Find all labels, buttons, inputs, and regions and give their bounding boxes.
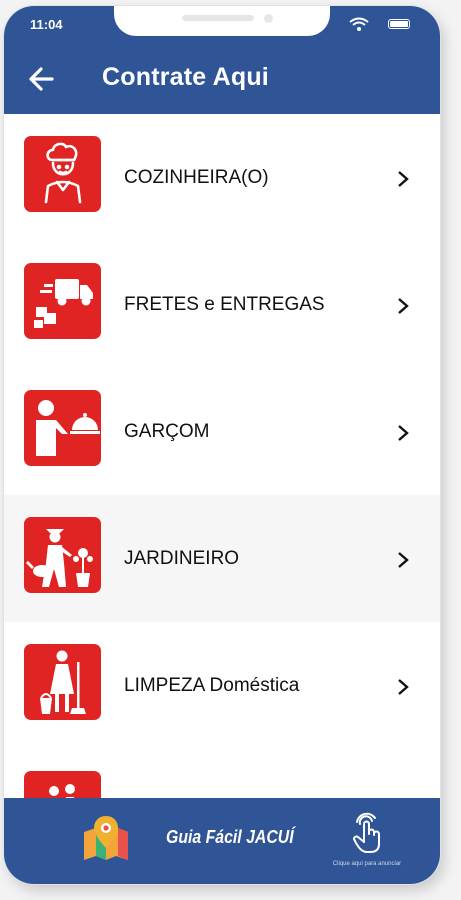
app-header: 11:04 Contrate Aqui [4, 6, 440, 114]
front-camera [264, 14, 273, 23]
delivery-truck-icon [24, 263, 101, 339]
list-item-jardineiro[interactable]: JARDINEIRO [4, 495, 440, 622]
waiter-icon [24, 390, 101, 466]
chevron-right-icon [398, 679, 409, 695]
chevron-right-icon [398, 552, 409, 568]
map-pin-logo-icon[interactable] [80, 812, 132, 864]
footer-brand: Guia Fácil JACUÍ [166, 827, 294, 847]
list-item-partial[interactable] [4, 749, 440, 811]
list-item-limpeza[interactable]: LIMPEZA Doméstica [4, 622, 440, 749]
phone-frame: 11:04 Contrate Aqui COZINHEIRA(O) FRETES… [4, 6, 440, 884]
chevron-right-icon [398, 298, 409, 314]
chevron-right-icon [398, 171, 409, 187]
wifi-icon [349, 17, 369, 31]
list-item-label: JARDINEIRO [124, 548, 240, 569]
list-item-label: COZINHEIRA(O) [124, 167, 269, 188]
advertise-label: Clique aqui para anunciar [332, 861, 402, 867]
chef-icon [24, 136, 101, 212]
footer-bar: Guia Fácil JACUÍ Clique aqui para anunci… [4, 798, 440, 884]
status-time: 11:04 [30, 17, 63, 32]
gardener-icon [24, 517, 101, 593]
battery-icon [388, 19, 410, 29]
status-bar: 11:04 [4, 6, 440, 40]
list-item-label: LIMPEZA Doméstica [124, 675, 300, 696]
list-item-label: GARÇOM [124, 421, 210, 442]
speaker-grille [182, 15, 254, 21]
list-item-cozinheira[interactable]: COZINHEIRA(O) [4, 114, 440, 241]
list-item-fretes[interactable]: FRETES e ENTREGAS [4, 241, 440, 368]
device-notch [114, 6, 330, 36]
service-list: COZINHEIRA(O) FRETES e ENTREGAS GARÇOM J… [4, 114, 440, 811]
advertise-button[interactable]: Clique aqui para anunciar [322, 810, 412, 874]
back-arrow-icon[interactable] [24, 62, 58, 96]
chevron-right-icon [398, 425, 409, 441]
list-item-label: FRETES e ENTREGAS [124, 294, 325, 315]
list-item-garcom[interactable]: GARÇOM [4, 368, 440, 495]
page-title: Contrate Aqui [102, 63, 269, 91]
housekeeper-icon [24, 644, 101, 720]
touch-hand-icon [353, 812, 380, 853]
